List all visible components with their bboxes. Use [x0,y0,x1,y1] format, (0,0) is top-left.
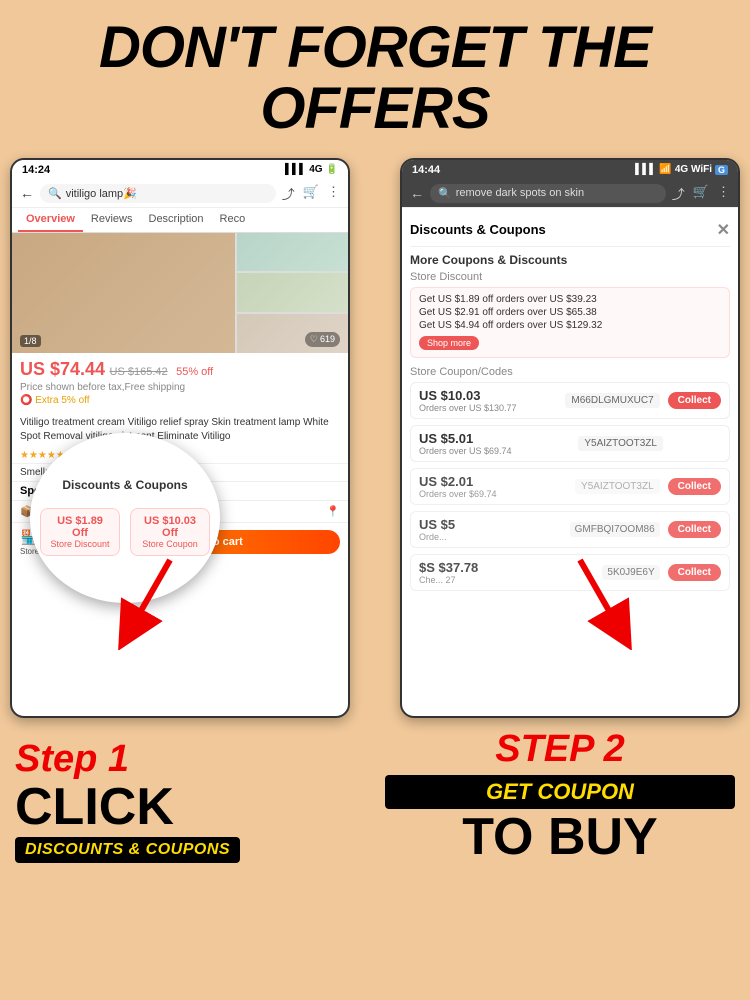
store-discount-label: Store Discount [410,271,730,283]
left-time: 14:24 [22,164,50,176]
product-images: 1/8 ♡ 619 [12,233,348,353]
coupon-2-value: US $5.01 [419,431,578,446]
coupon-4-collect[interactable]: Collect [668,521,721,538]
image-counter: 1/8 [20,335,41,347]
steps-section: Step 1 CLICK DISCOUNTS & COUPONS STEP 2 … [0,718,750,863]
coupon-3-code: Y5AIZTOOT3ZL [575,479,660,494]
thumb-2 [237,273,348,312]
heart-count: ♡ 619 [305,332,340,347]
to-buy-label: TO BUY [385,811,735,863]
product-title: Vitiligo treatment cream Vitiligo relief… [12,412,348,448]
bubble-item-1: US $1.89 Off Store Discount [40,508,120,556]
store-discounts-box: Get US $1.89 off orders over US $39.23 G… [410,287,730,358]
nav-action-icons: ⤴ 🛒 ⋮ [282,184,340,203]
search-bar[interactable]: 🔍 vitiligo lamp🎉 [40,184,276,203]
left-nav-bar: ← 🔍 vitiligo lamp🎉 ⤴ 🛒 ⋮ [12,180,348,208]
step-2: STEP 2 GET COUPON TO BUY [375,728,735,863]
left-status-bar: 14:24 ▌▌▌ 4G 🔋 [12,160,348,180]
popup-title: Discounts & Coupons [410,222,546,237]
get-coupon-badge: GET COUPON [385,775,735,809]
right-phone: 14:44 ▌▌▌ 📶 4G WiFi G ← 🔍 remove dark sp… [400,158,740,718]
coupon-3-value: US $2.01 [419,474,575,489]
store-discount-1: Get US $1.89 off orders over US $39.23 [419,294,721,305]
coupon-item-1: US $10.03 Orders over US $130.77 M66DLGM… [410,382,730,419]
shop-more-button[interactable]: Shop more [419,336,479,350]
coupon-3-collect[interactable]: Collect [668,478,721,495]
close-icon[interactable]: ✕ [717,220,730,240]
main-image [12,233,235,353]
step-1-action: CLICK [15,781,365,833]
left-phone: 14:24 ▌▌▌ 4G 🔋 ← 🔍 vitiligo lamp🎉 ⤴ 🛒 ⋮ [10,158,350,718]
bubble-item-2: US $10.03 Off Store Coupon [130,508,210,556]
coupon-4-value: US $5 [419,517,570,532]
coupon-2-min: Orders over US $69.74 [419,446,578,456]
coupon-1-value: US $10.03 [419,388,565,403]
tab-reviews[interactable]: Reviews [83,208,141,232]
right-signal-icons: ▌▌▌ 📶 4G WiFi G [635,164,728,175]
coupon-1-min: Orders over US $130.77 [419,403,565,413]
left-signal-icons: ▌▌▌ 4G 🔋 [285,164,338,175]
popup-header: Discounts & Coupons ✕ [410,216,730,247]
step-1-label: Step 1 [15,738,365,781]
step-1-badge: DISCOUNTS & COUPONS [15,837,240,863]
coupon-1-collect[interactable]: Collect [668,392,721,409]
thumb-1 [237,233,348,272]
coupon-5-collect[interactable]: Collect [668,564,721,581]
step-2-label: STEP 2 [385,728,735,771]
get-coupon-text: GET COUPON [395,779,725,805]
left-arrow [110,550,200,650]
coupon-section-label: Store Coupon/Codes [410,366,730,378]
tab-reco[interactable]: Reco [212,208,254,232]
right-back-icon[interactable]: ← [410,185,424,201]
discount-badge: 55% off [176,366,213,378]
coupon-4-min: Orde... [419,532,570,542]
popup-subtitle: More Coupons & Discounts [410,247,730,271]
current-price: US $74.44 [20,359,105,379]
coupon-item-3: US $2.01 Orders over $69.74 Y5AIZTOOT3ZL… [410,468,730,505]
coupon-item-2: US $5.01 Orders over US $69.74 Y5AIZTOOT… [410,425,730,462]
original-price: US $165.42 [110,366,168,378]
right-arrow [550,550,640,650]
coupon-1-code: M66DLGMUXUC7 [565,393,659,408]
store-discount-2: Get US $2.91 off orders over US $65.38 [419,307,721,318]
main-title: DON'T FORGET THE OFFERS [0,0,750,150]
back-icon[interactable]: ← [20,185,34,201]
right-nav-icons: ⤴ 🛒 ⋮ [672,184,730,203]
right-time: 14:44 [412,164,440,176]
store-discount-3: Get US $4.94 off orders over US $129.32 [419,320,721,331]
tab-description[interactable]: Description [141,208,212,232]
coupon-3-min: Orders over $69.74 [419,489,575,499]
extra-off-label: ⭕ Extra 5% off [20,395,340,406]
coupon-4-code: GMFBQI7OOM86 [570,522,660,537]
price-section: US $74.44 US $165.42 55% off Price shown… [12,353,348,412]
step-1: Step 1 CLICK DISCOUNTS & COUPONS [15,738,375,863]
right-status-bar: 14:44 ▌▌▌ 📶 4G WiFi G [402,160,738,180]
bubble-title: Discounts & Coupons [58,474,191,496]
product-tabs: Overview Reviews Description Reco [12,208,348,233]
right-nav-bar: ← 🔍 remove dark spots on skin ⤴ 🛒 ⋮ [402,180,738,208]
coupon-2-code: Y5AIZTOOT3ZL [578,436,663,451]
coupon-item-4: US $5 Orde... GMFBQI7OOM86 Collect [410,511,730,548]
discount-popup: Discounts & Coupons ✕ More Coupons & Dis… [402,208,738,605]
shipping-info: Price shown before tax,Free shipping [20,382,340,393]
right-search-bar[interactable]: 🔍 remove dark spots on skin [430,184,666,203]
tab-overview[interactable]: Overview [18,208,83,232]
